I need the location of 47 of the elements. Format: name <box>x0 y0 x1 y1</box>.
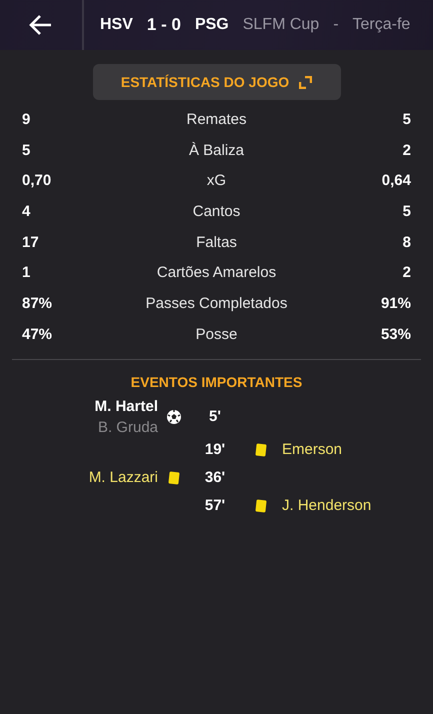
assist-name: B. Gruda <box>98 418 158 436</box>
home-stat-value: 47% <box>22 326 54 343</box>
stat-label: Remates <box>185 110 248 128</box>
stat-label: xG <box>206 172 228 190</box>
event-minute: 19' <box>204 441 226 458</box>
player-name: M. Hartel <box>94 398 158 414</box>
player-name: J. Henderson <box>282 497 372 514</box>
home-stat-value: 4 <box>22 202 32 220</box>
match-stats-button[interactable]: ESTATÍSTICAS DO JOGO <box>92 64 340 100</box>
stat-label: À Baliza <box>188 142 246 159</box>
home-stat-value: 1 <box>22 264 32 282</box>
away-stat-value: 5 <box>402 110 411 128</box>
away-stat-value: 2 <box>402 142 411 159</box>
away-stat-value: 5 <box>402 202 411 220</box>
events-heading: EVENTOS IMPORTANTES <box>130 372 304 392</box>
stat-label: Posse <box>194 326 238 343</box>
home-stat-value: 9 <box>22 110 32 128</box>
home-team: HSV <box>100 16 133 34</box>
booking-card-icon <box>255 499 267 512</box>
home-stat-value: 87% <box>22 294 54 312</box>
home-stat-value: 5 <box>22 142 32 159</box>
player-name: M. Lazzari <box>88 469 158 486</box>
expand-icon <box>299 76 312 88</box>
away-stat-value: 53% <box>380 326 411 343</box>
stat-label: Faltas <box>195 234 238 251</box>
away-stat-value: 91% <box>380 294 411 312</box>
back-arrow-icon <box>29 14 53 36</box>
away-team: PSG <box>194 16 229 34</box>
football-icon <box>166 408 182 424</box>
match-score: 1 - 0 <box>146 15 181 35</box>
stat-label: Cantos <box>192 202 242 220</box>
event-minute: 5' <box>208 408 222 425</box>
separator: - <box>333 16 339 34</box>
competition-name: SLFM Cup <box>242 16 320 34</box>
event-minute: 57' <box>204 497 226 514</box>
away-stat-value: 0,64 <box>380 172 411 190</box>
home-stat-value: 17 <box>22 234 40 251</box>
away-stat-value: 2 <box>402 264 411 282</box>
away-stat-value: 8 <box>402 234 411 251</box>
home-stat-value: 0,70 <box>22 172 52 190</box>
stat-label: Passes Completados <box>144 294 288 312</box>
booking-card-icon <box>255 443 267 456</box>
player-name: Emerson <box>282 441 342 458</box>
match-date: Terça-fe <box>352 16 410 34</box>
booking-card-icon <box>168 471 180 484</box>
stat-label: Cartões Amarelos <box>156 264 278 282</box>
event-minute: 36' <box>204 469 226 486</box>
